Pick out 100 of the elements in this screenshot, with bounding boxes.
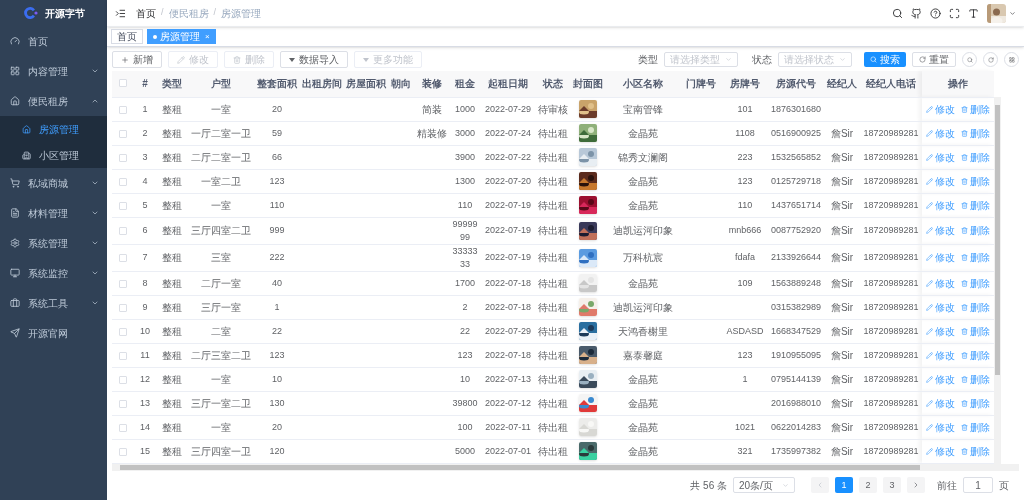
page-tab[interactable]: 房源管理 ×	[147, 29, 216, 44]
pencil-icon	[926, 227, 933, 234]
edit-link[interactable]: 修改	[926, 371, 955, 387]
sidebar-item[interactable]: 首页	[0, 26, 107, 56]
delete-link[interactable]: 删除	[961, 299, 990, 315]
sidebar-item[interactable]: 材料管理	[0, 198, 107, 228]
caret-icon[interactable]	[1009, 9, 1016, 17]
sidebar-item[interactable]: 便民租房	[0, 86, 107, 116]
page-size-select[interactable]: 20条/页	[733, 477, 795, 494]
sidebar-item[interactable]: 开源官网	[0, 318, 107, 348]
edit-link[interactable]: 修改	[926, 443, 955, 459]
toolbar-button[interactable]: 数据导入	[280, 51, 348, 68]
scrollbar[interactable]	[994, 97, 1001, 464]
sidebar-subitem[interactable]: 小区管理	[0, 142, 107, 168]
scroll-thumb[interactable]	[120, 464, 920, 470]
delete-link[interactable]: 删除	[961, 149, 990, 165]
edit-link[interactable]: 修改	[926, 250, 955, 265]
edit-link[interactable]: 修改	[926, 347, 955, 363]
table-cell: 詹Sir	[830, 349, 854, 361]
checkbox[interactable]	[119, 79, 127, 88]
delete-link[interactable]: 删除	[961, 250, 990, 265]
checkbox[interactable]	[119, 153, 127, 162]
page-button[interactable]: 1	[835, 477, 853, 494]
edit-link[interactable]: 修改	[926, 395, 955, 411]
checkbox[interactable]	[119, 375, 127, 384]
delete-link[interactable]: 删除	[961, 347, 990, 363]
checkbox[interactable]	[119, 399, 127, 408]
edit-link[interactable]: 修改	[926, 149, 955, 165]
table-cell: 二厅二室一卫	[191, 151, 251, 163]
edit-link[interactable]: 修改	[926, 101, 955, 117]
delete-link[interactable]: 删除	[961, 275, 990, 291]
sidebar-item[interactable]: 系统管理	[0, 228, 107, 258]
sidebar-item[interactable]: 内容管理	[0, 56, 107, 86]
checkbox[interactable]	[119, 254, 127, 263]
checkbox[interactable]	[119, 351, 127, 360]
checkbox[interactable]	[119, 129, 127, 138]
table-cell: 14	[140, 421, 150, 432]
next-page-button[interactable]	[907, 477, 925, 494]
delete-link[interactable]: 删除	[961, 125, 990, 141]
delete-link[interactable]: 删除	[961, 419, 990, 435]
table-cell: 22	[272, 325, 282, 336]
breadcrumb-item[interactable]: 便民租房	[168, 5, 209, 21]
goto-label: 前往	[937, 478, 957, 493]
search-icon	[870, 56, 877, 63]
delete-link[interactable]: 删除	[961, 323, 990, 339]
edit-link[interactable]: 修改	[926, 299, 955, 315]
delete-link[interactable]: 删除	[961, 173, 990, 189]
table-cell: 123	[737, 175, 753, 186]
delete-link[interactable]: 删除	[961, 223, 990, 238]
edit-link[interactable]: 修改	[926, 323, 955, 339]
edit-link[interactable]: 修改	[926, 419, 955, 435]
checkbox[interactable]	[119, 447, 127, 456]
checkbox[interactable]	[119, 105, 127, 114]
table-cell: 8	[142, 277, 148, 288]
edit-link[interactable]: 修改	[926, 125, 955, 141]
help-icon[interactable]	[930, 7, 941, 19]
table-cell: 整租	[162, 151, 182, 163]
fullscreen-icon[interactable]	[949, 7, 960, 19]
edit-link[interactable]: 修改	[926, 173, 955, 189]
paper-plane-icon	[10, 328, 20, 338]
sidebar-item[interactable]: 系统工具	[0, 288, 107, 318]
font-size-icon[interactable]	[968, 7, 979, 19]
previous-page-button[interactable]	[811, 477, 829, 494]
checkbox[interactable]	[119, 227, 127, 236]
table-cell: 2016988010	[770, 397, 822, 408]
search-icon[interactable]	[892, 7, 903, 19]
sidebar-subitem[interactable]: 房源管理	[0, 116, 107, 142]
delete-link[interactable]: 删除	[961, 443, 990, 459]
toolbar-button[interactable]: 新增	[112, 51, 162, 68]
goto-field[interactable]: 1	[963, 477, 993, 494]
page-button[interactable]: 2	[859, 477, 877, 494]
trash-icon	[961, 227, 968, 234]
checkbox[interactable]	[119, 201, 127, 210]
checkbox[interactable]	[119, 279, 127, 288]
delete-link[interactable]: 删除	[961, 197, 990, 213]
edit-link[interactable]: 修改	[926, 197, 955, 213]
search-button[interactable]: 搜索	[864, 52, 906, 67]
delete-link[interactable]: 删除	[961, 395, 990, 411]
page-tab[interactable]: 首页	[111, 29, 143, 44]
checkbox[interactable]	[119, 423, 127, 432]
menu-icon[interactable]	[115, 7, 126, 19]
page-button[interactable]: 3	[883, 477, 901, 494]
reset-button[interactable]: 重置	[912, 52, 956, 67]
table-cell: 15	[140, 445, 150, 456]
checkbox[interactable]	[119, 327, 127, 336]
edit-link[interactable]: 修改	[926, 275, 955, 291]
github-icon[interactable]	[911, 7, 922, 19]
sidebar-item[interactable]: 系统监控	[0, 258, 107, 288]
edit-link[interactable]: 修改	[926, 223, 955, 238]
delete-link[interactable]: 删除	[961, 101, 990, 117]
close-icon[interactable]: ×	[205, 30, 210, 43]
scroll-thumb[interactable]	[995, 105, 1000, 375]
search-icon	[966, 56, 973, 63]
delete-link[interactable]: 删除	[961, 371, 990, 387]
scrollbar[interactable]	[112, 463, 1019, 471]
checkbox[interactable]	[119, 177, 127, 186]
checkbox[interactable]	[119, 303, 127, 312]
table-cell: 整租	[162, 225, 182, 236]
breadcrumb-item[interactable]: 首页	[136, 5, 156, 21]
sidebar-item[interactable]: 私域商城	[0, 168, 107, 198]
